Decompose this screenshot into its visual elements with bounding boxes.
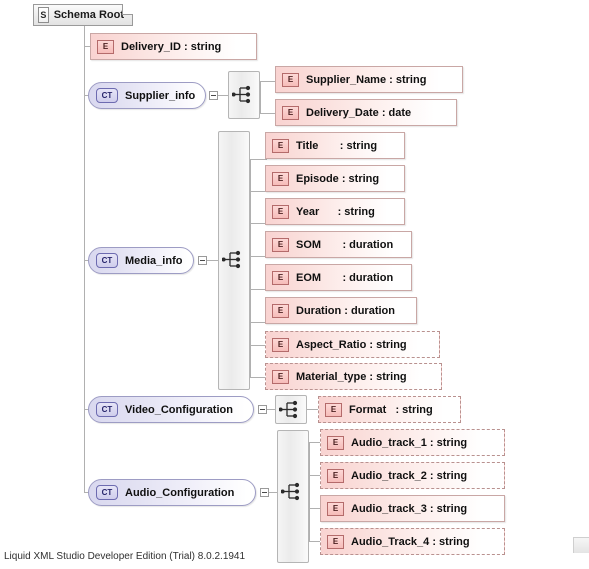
element-material-type[interactable]: E Material_type : string: [265, 363, 442, 390]
schema-badge: S: [38, 7, 49, 23]
element-eom[interactable]: E EOM : duration: [265, 264, 412, 291]
element-label: Supplier_Name : string: [306, 73, 427, 86]
schema-root-node[interactable]: S Schema Root: [33, 4, 133, 26]
element-audio-track-3[interactable]: E Audio_track_3 : string: [320, 495, 505, 522]
element-label: Material_type : string: [296, 370, 407, 383]
element-aspect-ratio[interactable]: E Aspect_Ratio : string: [265, 331, 440, 358]
connector-audio-children-spine: [309, 442, 310, 541]
element-badge: E: [272, 237, 289, 252]
element-year[interactable]: E Year : string: [265, 198, 405, 225]
complextype-audio-configuration[interactable]: CT Audio_Configuration: [88, 479, 256, 506]
element-badge: E: [272, 138, 289, 153]
element-label: Duration : duration: [296, 304, 395, 317]
scrollbar-corner[interactable]: [573, 537, 589, 553]
element-label: Episode : string: [296, 172, 380, 185]
complextype-video-configuration[interactable]: CT Video_Configuration: [88, 396, 254, 423]
element-badge: E: [325, 402, 342, 417]
element-audio-track-4[interactable]: E Audio_Track_4 : string: [320, 528, 505, 555]
element-episode[interactable]: E Episode : string: [265, 165, 405, 192]
collapse-toggle-video-configuration[interactable]: [258, 405, 267, 414]
complextype-badge: CT: [96, 402, 118, 417]
element-supplier-name[interactable]: E Supplier_Name : string: [275, 66, 463, 93]
element-badge: E: [272, 303, 289, 318]
element-badge: E: [327, 501, 344, 516]
complextype-media-info[interactable]: CT Media_info: [88, 247, 194, 274]
schema-diagram-canvas: S Schema Root E Delivery_ID : string CT …: [0, 0, 589, 569]
element-label: Year : string: [296, 205, 375, 218]
collapse-toggle-audio-configuration[interactable]: [260, 488, 269, 497]
element-label: Title : string: [296, 139, 378, 152]
sequence-icon-video-configuration: [279, 400, 298, 419]
element-badge: E: [272, 270, 289, 285]
element-label: Audio_track_3 : string: [351, 502, 468, 515]
element-format[interactable]: E Format : string: [318, 396, 461, 423]
element-badge: E: [97, 39, 114, 54]
complextype-supplier-info[interactable]: CT Supplier_info: [88, 82, 206, 109]
connector-supplier-children-spine: [260, 81, 261, 113]
element-label: Audio_track_2 : string: [351, 469, 468, 482]
element-title[interactable]: E Title : string: [265, 132, 405, 159]
element-badge: E: [272, 171, 289, 186]
complextype-label: Video_Configuration: [125, 403, 233, 416]
element-audio-track-1[interactable]: E Audio_track_1 : string: [320, 429, 505, 456]
element-label: Audio_track_1 : string: [351, 436, 468, 449]
element-duration[interactable]: E Duration : duration: [265, 297, 417, 324]
element-label: Aspect_Ratio : string: [296, 338, 407, 351]
sequence-icon-audio-configuration: [281, 482, 300, 501]
collapse-toggle-supplier-info[interactable]: [209, 91, 218, 100]
element-label: Delivery_Date : date: [306, 106, 412, 119]
connector-title: [250, 159, 267, 160]
element-badge: E: [282, 105, 299, 120]
element-som[interactable]: E SOM : duration: [265, 231, 412, 258]
element-label: Delivery_ID : string: [121, 40, 222, 53]
complextype-label: Supplier_info: [125, 89, 196, 102]
element-badge: E: [272, 337, 289, 352]
element-label: Audio_Track_4 : string: [351, 535, 470, 548]
element-badge: E: [327, 468, 344, 483]
complextype-label: Media_info: [125, 254, 183, 267]
element-label: Format : string: [349, 403, 433, 416]
complextype-badge: CT: [96, 485, 118, 500]
sequence-icon-supplier-info: [232, 85, 251, 104]
element-badge: E: [272, 369, 289, 384]
element-badge: E: [327, 534, 344, 549]
element-label: SOM : duration: [296, 238, 394, 251]
element-badge: E: [272, 204, 289, 219]
element-delivery-date[interactable]: E Delivery_Date : date: [275, 99, 457, 126]
sequence-icon-media-info: [222, 250, 241, 269]
complextype-badge: CT: [96, 253, 118, 268]
element-badge: E: [282, 72, 299, 87]
element-delivery-id[interactable]: E Delivery_ID : string: [90, 33, 257, 60]
complextype-badge: CT: [96, 88, 118, 103]
element-label: EOM : duration: [296, 271, 394, 284]
complextype-label: Audio_Configuration: [125, 486, 235, 499]
status-bar-text: Liquid XML Studio Developer Edition (Tri…: [4, 551, 246, 562]
collapse-toggle-media-info[interactable]: [198, 256, 207, 265]
schema-root-label: Schema Root: [53, 9, 124, 21]
folded-corner-icon: [122, 4, 133, 15]
element-audio-track-2[interactable]: E Audio_track_2 : string: [320, 462, 505, 489]
element-badge: E: [327, 435, 344, 450]
